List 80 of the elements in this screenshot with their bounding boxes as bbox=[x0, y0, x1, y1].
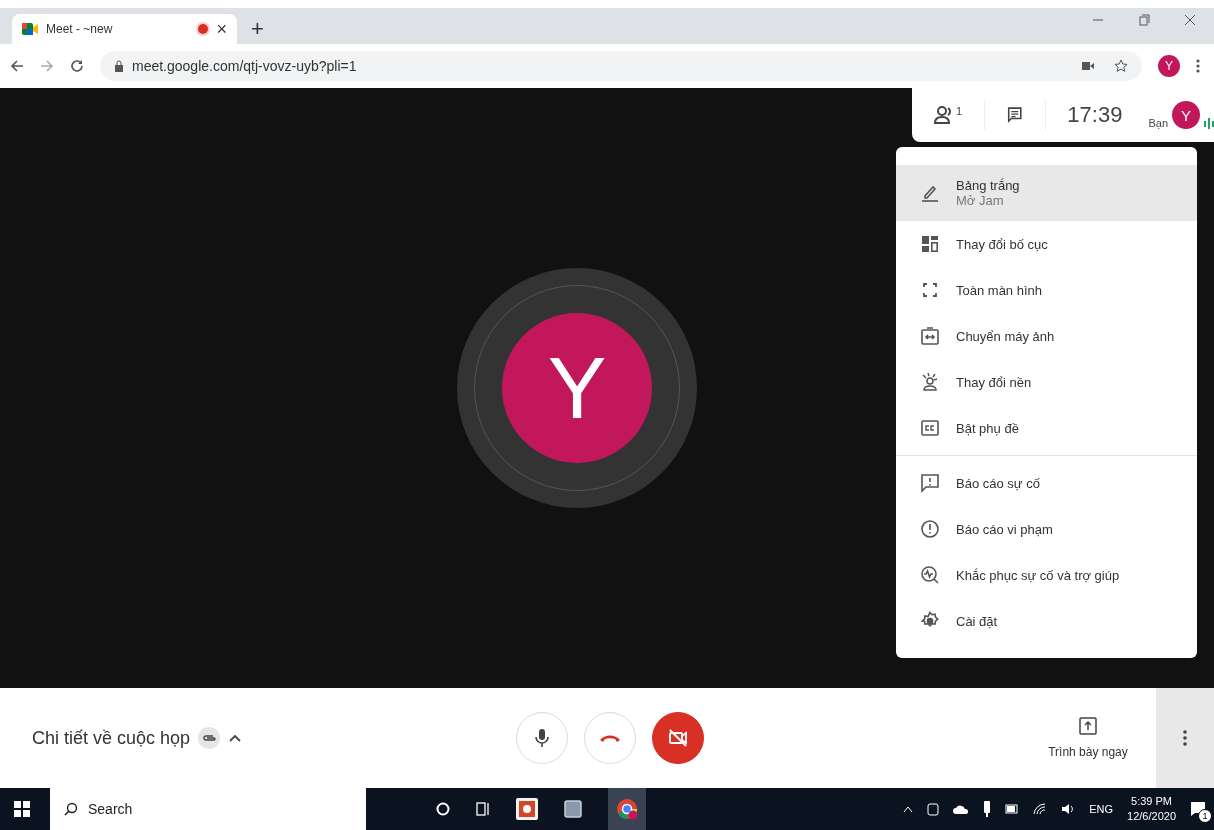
cortana-icon[interactable] bbox=[436, 802, 450, 816]
present-icon bbox=[1079, 717, 1097, 735]
more-icon bbox=[1183, 730, 1187, 746]
attachment-icon bbox=[198, 727, 221, 749]
camera-icon[interactable] bbox=[1082, 61, 1094, 71]
meet-now-icon[interactable] bbox=[927, 802, 940, 816]
menu-item[interactable]: Bảng trắng Mở Jam bbox=[896, 165, 1197, 221]
menu-item[interactable]: Bật phụ đề bbox=[896, 405, 1197, 451]
usb-drive-icon[interactable] bbox=[983, 801, 992, 817]
volume-icon[interactable] bbox=[1061, 803, 1076, 815]
powerpoint-icon[interactable] bbox=[516, 798, 538, 820]
menu-item-label: Báo cáo sự cố bbox=[956, 475, 1040, 491]
menu-item-sublabel: Mở Jam bbox=[956, 193, 1005, 208]
menu-item-label: Chuyển máy ảnh bbox=[956, 328, 1055, 344]
input-language[interactable]: ENG bbox=[1089, 803, 1114, 815]
menu-item[interactable]: Thay đổi bố cục bbox=[896, 221, 1197, 267]
menu-item[interactable]: Báo cáo vi phạm bbox=[896, 506, 1197, 552]
more-icon[interactable] bbox=[1196, 59, 1200, 73]
tab-title: Meet - ~new bbox=[46, 22, 114, 36]
pencil-icon bbox=[920, 183, 940, 203]
cloud-icon[interactable] bbox=[953, 804, 970, 814]
notification-count: 1 bbox=[1198, 809, 1212, 823]
menu-item-label: Bảng trắng bbox=[956, 178, 1020, 193]
menu-item[interactable]: Chuyển máy ảnh bbox=[896, 313, 1197, 359]
switch-camera-icon bbox=[920, 326, 940, 346]
menu-item[interactable]: Cài đặt bbox=[896, 598, 1197, 644]
app-icon[interactable] bbox=[564, 800, 582, 818]
microphone-button[interactable] bbox=[516, 712, 568, 764]
close-tab-button[interactable]: × bbox=[216, 20, 227, 38]
report-icon bbox=[920, 473, 940, 493]
close-icon[interactable] bbox=[1184, 14, 1196, 26]
new-tab-button[interactable]: + bbox=[251, 18, 264, 40]
back-icon[interactable] bbox=[10, 59, 24, 73]
menu-item[interactable]: Báo cáo sự cố bbox=[896, 460, 1197, 506]
browser-tab[interactable]: Meet - ~new × bbox=[12, 14, 237, 44]
camera-off-icon bbox=[667, 727, 689, 749]
star-icon[interactable] bbox=[1114, 59, 1128, 73]
lock-icon bbox=[114, 60, 124, 72]
captions-icon bbox=[920, 418, 940, 438]
audio-level-icon bbox=[1204, 117, 1214, 129]
profile-avatar[interactable]: Y bbox=[1158, 55, 1180, 77]
meeting-time: 17:39 bbox=[1067, 102, 1123, 128]
menu-item-label: Báo cáo vi phạm bbox=[956, 521, 1053, 537]
participant-avatar: Y bbox=[502, 313, 652, 463]
camera-button[interactable] bbox=[652, 712, 704, 764]
self-label: Bạn bbox=[1148, 117, 1168, 129]
fullscreen-icon bbox=[920, 280, 940, 300]
menu-item[interactable]: Thay đổi nền bbox=[896, 359, 1197, 405]
microphone-icon bbox=[535, 728, 549, 748]
menu-item-label: Cài đặt bbox=[956, 613, 998, 629]
menu-item-label: Thay đổi bố cục bbox=[956, 236, 1048, 252]
meet-logo-icon bbox=[22, 22, 38, 36]
troubleshoot-icon bbox=[920, 565, 940, 585]
wifi-icon[interactable] bbox=[1033, 803, 1048, 815]
taskbar-clock[interactable]: 5:39 PM 12/6/2020 bbox=[1127, 793, 1176, 825]
address-field[interactable]: meet.google.com/qtj-vovz-uyb?pli=1 bbox=[100, 51, 1142, 81]
menu-item-label: Bật phụ đề bbox=[956, 420, 1019, 436]
self-avatar[interactable]: Y bbox=[1172, 101, 1200, 129]
person-background-icon bbox=[920, 372, 940, 392]
windows-start-icon[interactable] bbox=[14, 801, 30, 817]
restore-icon[interactable] bbox=[1138, 14, 1150, 26]
search-icon bbox=[64, 802, 78, 816]
menu-item-label: Toàn màn hình bbox=[956, 282, 1042, 298]
taskbar-search-field[interactable]: Search bbox=[50, 788, 366, 830]
layout-icon bbox=[920, 234, 940, 254]
chevron-up-icon[interactable] bbox=[228, 733, 243, 743]
alert-icon bbox=[920, 519, 940, 539]
menu-item-label: Thay đổi nền bbox=[956, 374, 1032, 390]
chrome-icon[interactable] bbox=[616, 798, 638, 820]
task-view-icon[interactable] bbox=[476, 801, 490, 817]
menu-item[interactable]: Toàn màn hình bbox=[896, 267, 1197, 313]
meeting-details-label[interactable]: Chi tiết về cuộc họp bbox=[32, 727, 191, 749]
menu-item-label: Khắc phục sự cố và trợ giúp bbox=[956, 567, 1120, 583]
battery-icon[interactable] bbox=[1005, 804, 1020, 814]
menu-item[interactable]: Khắc phục sự cố và trợ giúp bbox=[896, 552, 1197, 598]
reload-icon[interactable] bbox=[70, 59, 84, 73]
participant-count: 1 bbox=[956, 105, 963, 117]
tray-chevron-icon[interactable] bbox=[903, 805, 914, 813]
chat-icon[interactable] bbox=[1007, 106, 1023, 124]
phone-icon bbox=[599, 733, 621, 743]
